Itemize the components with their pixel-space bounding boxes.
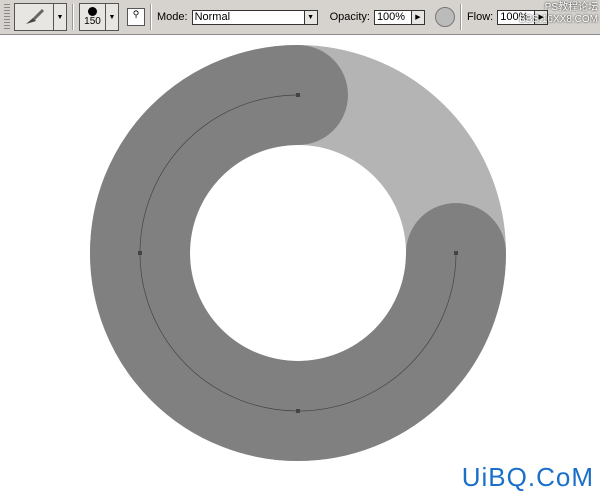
tool-preset-dropdown[interactable]: ▼ bbox=[54, 3, 67, 31]
toolbar-grip[interactable] bbox=[4, 4, 10, 30]
anchor-point-left bbox=[138, 251, 142, 255]
brushes-palette-icon[interactable]: ⚲ bbox=[127, 8, 145, 26]
tool-preset-button[interactable] bbox=[14, 3, 54, 31]
airbrush-icon[interactable] bbox=[434, 7, 455, 27]
anchor-point-top bbox=[296, 93, 300, 97]
anchor-point-right bbox=[454, 251, 458, 255]
opacity-label: Opacity: bbox=[329, 11, 370, 23]
forum-watermark: PS教程论坛 BBS.16XX8.COM bbox=[519, 2, 598, 25]
mode-select[interactable]: Normal bbox=[191, 9, 305, 25]
brush-icon bbox=[26, 8, 45, 24]
brush-tip-icon bbox=[88, 7, 97, 16]
anchor-point-bottom bbox=[296, 409, 300, 413]
mode-dropdown-arrow[interactable]: ▼ bbox=[304, 9, 318, 25]
brush-size: 150 bbox=[84, 16, 101, 27]
brush-picker-dropdown[interactable]: ▼ bbox=[106, 3, 119, 31]
site-watermark: UiBQ.CoM bbox=[461, 462, 594, 492]
canvas[interactable] bbox=[0, 35, 600, 501]
opacity-slider-arrow[interactable]: ▶ bbox=[411, 9, 425, 25]
brush-picker-button[interactable]: 150 bbox=[79, 3, 106, 31]
flow-label: Flow: bbox=[466, 11, 494, 23]
mode-label: Mode: bbox=[157, 11, 188, 23]
options-bar: ▼ 150 ▼ ⚲ Mode: Normal ▼ Opacity: 100% ▶… bbox=[0, 0, 600, 35]
opacity-input[interactable]: 100% bbox=[373, 9, 412, 25]
